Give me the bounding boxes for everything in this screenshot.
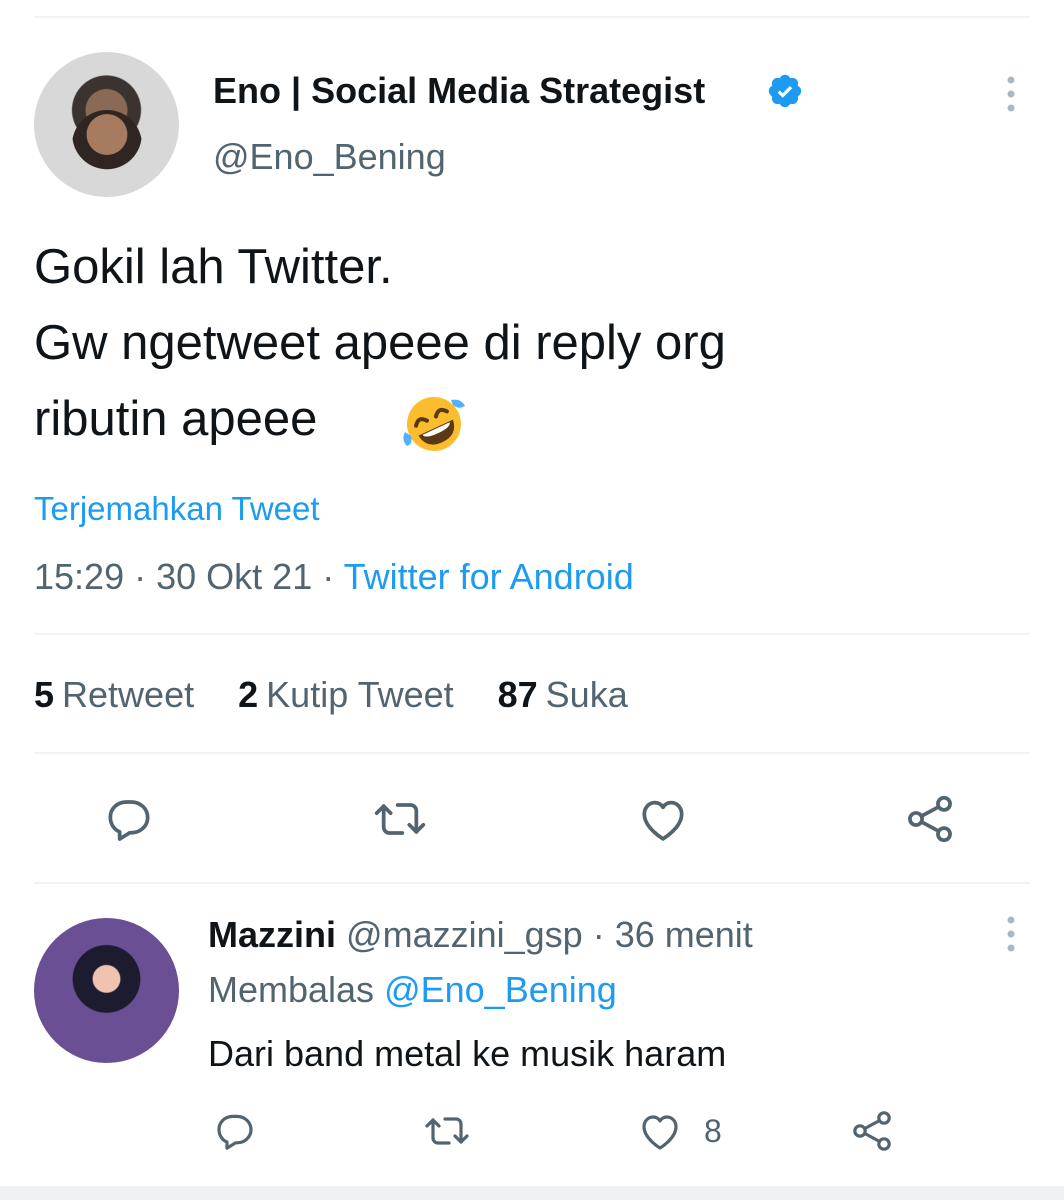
reply-author-name[interactable]: Mazzini [208,914,336,955]
reply-author-handle[interactable]: @mazzini_gsp [346,914,583,955]
replying-to: Membalas @Eno_Bening [208,969,617,1011]
more-options-icon[interactable] [1000,74,1022,114]
reply-like-count: 8 [704,1113,722,1149]
tweet-source-link[interactable]: Twitter for Android [344,556,634,597]
tweet-text-line-2: Gw ngetweet apeee di reply org [34,316,726,370]
reply-age[interactable]: 36 menit [615,914,753,955]
likes-stat[interactable]: 87 Suka [498,674,628,716]
reply-author-avatar[interactable] [34,918,179,1063]
tweet-date[interactable]: 30 Okt 21 [156,556,312,597]
replying-to-label: Membalas [208,969,375,1010]
reply-header: Mazzini @mazzini_gsp · 36 menit [208,914,753,956]
reply-share-icon[interactable] [848,1107,896,1155]
verified-badge-icon [768,74,802,108]
translate-tweet-link[interactable]: Terjemahkan Tweet [34,490,320,528]
author-display-name[interactable]: Eno | Social Media Strategist [213,70,705,112]
replying-to-mention[interactable]: @Eno_Bening [384,969,617,1010]
retweets-stat[interactable]: 5 Retweet [34,674,194,716]
author-handle[interactable]: @Eno_Bening [213,136,446,178]
meta-separator: · [322,556,335,597]
reply-like-heart-icon[interactable] [636,1107,684,1155]
meta-separator: · [592,914,605,955]
like-heart-icon[interactable] [635,791,691,847]
divider [34,633,1030,635]
divider [34,752,1030,754]
author-avatar[interactable] [34,52,179,197]
reply-text: Dari band metal ke musik haram [208,1033,727,1074]
divider [34,882,1030,884]
rolling-on-the-floor-laughing-icon [403,397,465,451]
bottom-bar [0,1186,1064,1200]
tweet-text-line-1: Gokil lah Twitter. [34,240,393,294]
share-icon[interactable] [902,791,958,847]
tweet-text-line-3: ributin apeee [34,392,318,446]
reply-icon[interactable] [101,791,157,847]
reply-more-options-icon[interactable] [1000,914,1022,954]
tweet-stats: 5 Retweet 2 Kutip Tweet 87 Suka [34,674,662,716]
top-divider [34,16,1030,18]
quotes-stat[interactable]: 2 Kutip Tweet [238,674,453,716]
reply-retweet-icon[interactable] [423,1107,471,1155]
meta-separator: · [134,556,147,597]
retweet-icon[interactable] [372,791,428,847]
reply-reply-icon[interactable] [211,1107,259,1155]
tweet-time[interactable]: 15:29 [34,556,124,597]
tweet-metadata: 15:29 · 30 Okt 21 · Twitter for Android [34,556,634,598]
